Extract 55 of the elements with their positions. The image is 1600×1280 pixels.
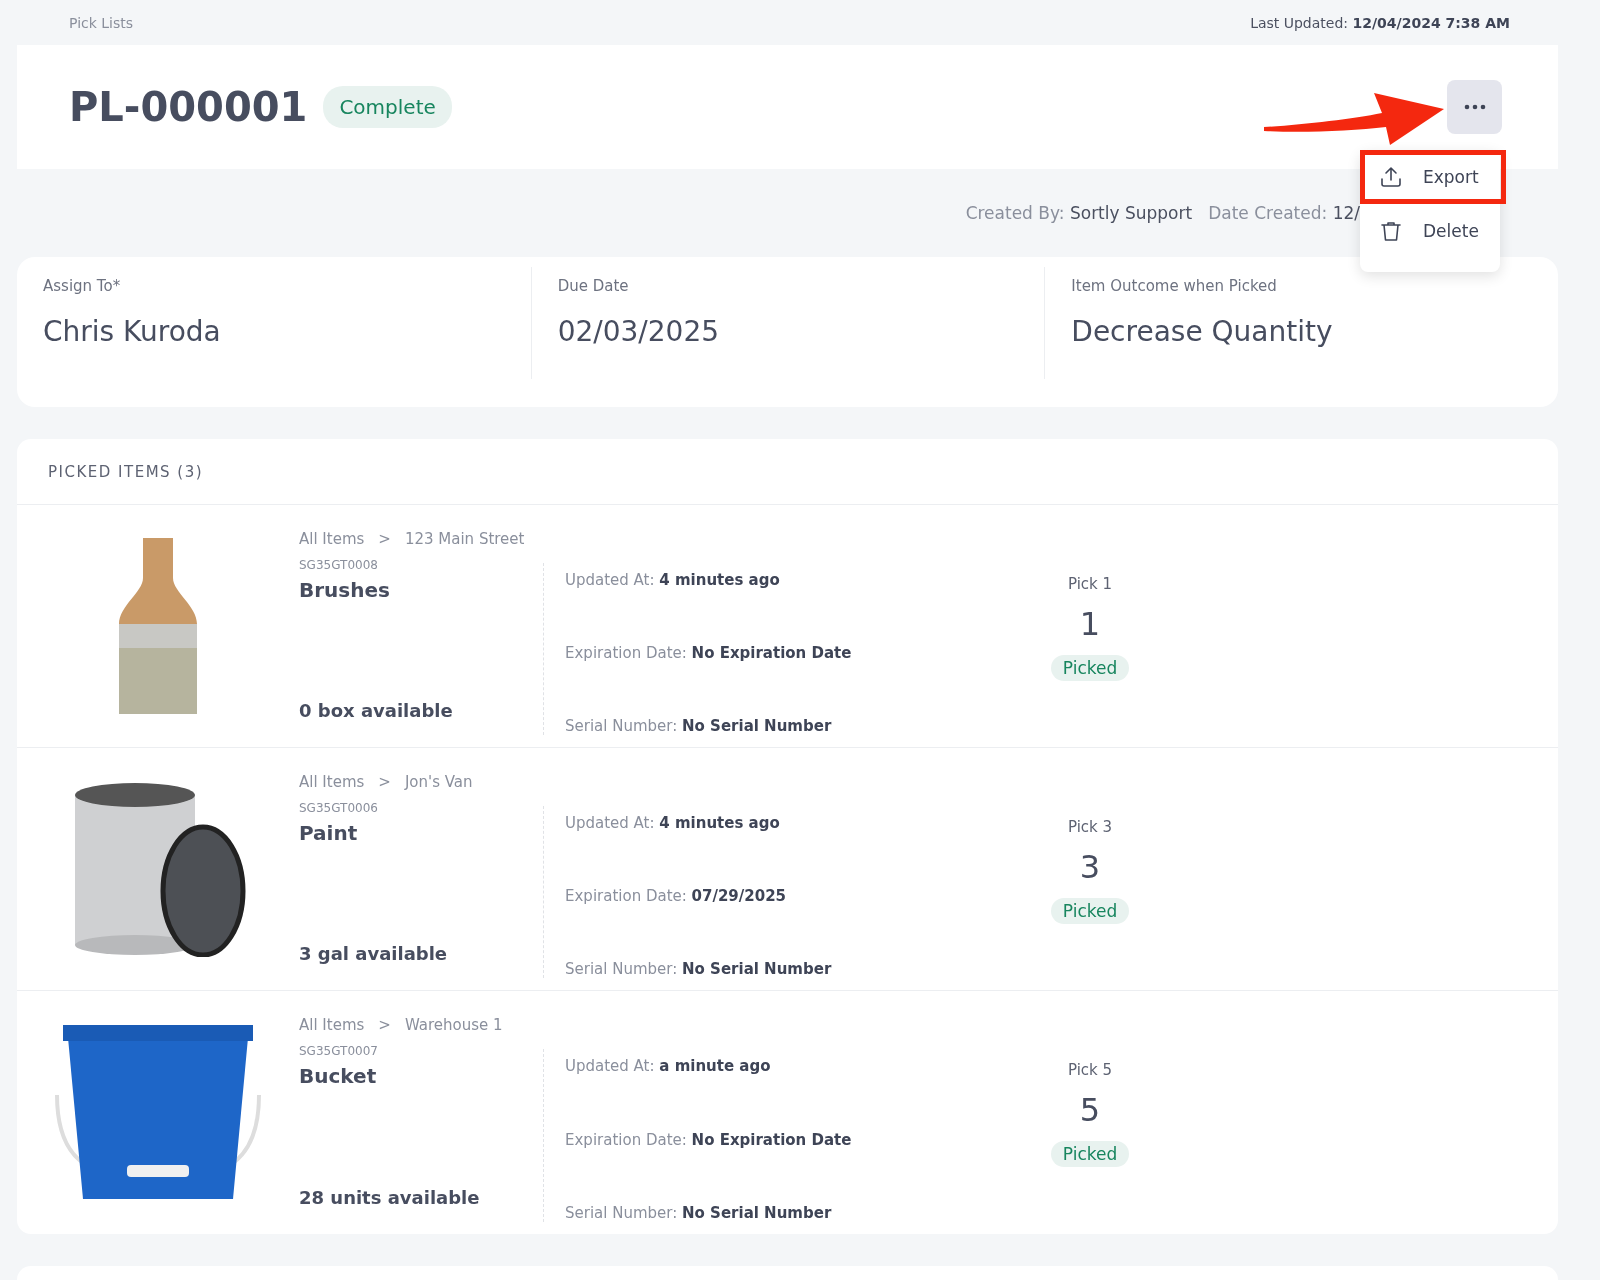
item-availability: 3 gal available [299, 943, 449, 964]
item-name[interactable]: Paint [299, 821, 543, 845]
more-button[interactable] [1447, 80, 1502, 134]
chevron-separator: > [378, 773, 391, 791]
pick-quantity: 5 [1079, 1091, 1101, 1129]
status-badge: Picked [1050, 898, 1130, 924]
menu-item[interactable]: Delete [1360, 204, 1500, 258]
item-availability: 0 box available [299, 700, 454, 721]
status-badge: Picked [1050, 1141, 1130, 1167]
pick-list-title: PL-000001 [69, 84, 308, 130]
breadcrumb-link[interactable]: All Items [299, 530, 365, 548]
breadcrumb-link[interactable]: All Items [299, 1016, 365, 1034]
field-label: Assign To* [43, 277, 122, 295]
item-sku: SG35GT0007 [299, 1044, 379, 1058]
more-icon [1463, 104, 1486, 110]
meta-text: Date Created: 12/ [1208, 203, 1360, 223]
last-updated: Last Updated: 12/04/2024 7:38 AM [1250, 14, 1510, 31]
item-name[interactable]: Brushes [299, 578, 543, 602]
detail-text: Updated At: 4 minutes ago [565, 814, 781, 832]
field-label: Due Date [557, 277, 630, 295]
item-name[interactable]: Bucket [299, 1064, 543, 1088]
detail-text: Serial Number: No Serial Number [565, 960, 833, 978]
section-title: PICKED ITEMS (3) [48, 462, 204, 481]
field-value: Decrease Quantity [1071, 315, 1334, 348]
field-value: Chris Kuroda [43, 315, 222, 348]
meta-text: Created By: Sortly Support [965, 203, 1193, 223]
chevron-separator: > [378, 530, 391, 548]
item-sku: SG35GT0008 [299, 558, 379, 572]
detail-text: Updated At: a minute ago [565, 1057, 772, 1075]
detail-text: Serial Number: No Serial Number [565, 1204, 833, 1222]
pick-quantity: 3 [1079, 848, 1101, 886]
upload-icon [1379, 165, 1403, 189]
pick-label: Pick 1 [1067, 575, 1113, 593]
breadcrumb[interactable]: Pick Lists [69, 14, 134, 31]
breadcrumb-link[interactable]: All Items [299, 773, 365, 791]
detail-text: Expiration Date: No Expiration Date [565, 1130, 853, 1149]
detail-text: Expiration Date: No Expiration Date [565, 644, 853, 662]
pick-label: Pick 5 [1067, 1061, 1113, 1079]
field-label: Item Outcome when Picked [1071, 277, 1278, 295]
breadcrumb-link[interactable]: Warehouse 1 [404, 1016, 503, 1034]
chevron-separator: > [378, 1016, 391, 1034]
field-value: 02/03/2025 [557, 315, 721, 348]
item-availability: 28 units available [299, 1187, 481, 1208]
breadcrumb-link[interactable]: Jon's Van [404, 773, 473, 791]
detail-text: Expiration Date: 07/29/2025 [565, 887, 788, 905]
trash-icon [1379, 219, 1403, 243]
pick-label: Pick 3 [1067, 818, 1113, 836]
menu-item[interactable]: Export [1360, 150, 1506, 204]
status-badge: Complete [323, 86, 452, 128]
pick-quantity: 1 [1079, 605, 1101, 643]
status-badge: Picked [1050, 655, 1130, 681]
item-sku: SG35GT0006 [299, 801, 379, 815]
detail-text: Updated At: 4 minutes ago [565, 571, 781, 589]
breadcrumb-link[interactable]: 123 Main Street [404, 530, 525, 548]
detail-text: Serial Number: No Serial Number [565, 717, 833, 735]
